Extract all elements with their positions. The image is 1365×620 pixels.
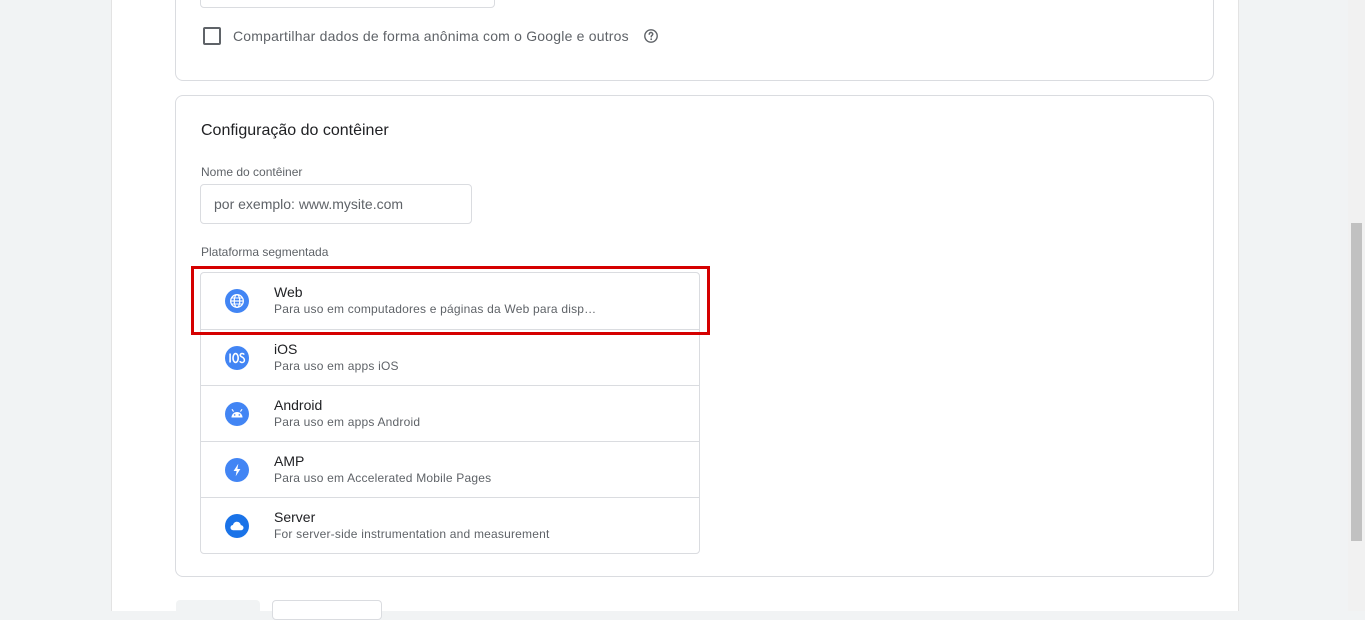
platform-option-ios[interactable]: iOS Para uso em apps iOS <box>201 329 699 385</box>
scrollbar-thumb[interactable] <box>1351 223 1362 541</box>
platform-description: Para uso em Accelerated Mobile Pages <box>274 471 492 485</box>
target-platform-label: Plataforma segmentada <box>201 245 329 259</box>
share-data-checkbox[interactable] <box>203 27 221 45</box>
android-icon <box>225 402 249 426</box>
platform-name: Web <box>274 284 303 300</box>
container-name-label: Nome do contêiner <box>201 165 303 179</box>
cloud-icon <box>225 514 249 538</box>
share-data-label[interactable]: Compartilhar dados de forma anônima com … <box>233 27 629 45</box>
platform-list: Web Para uso em computadores e páginas d… <box>200 272 700 554</box>
platform-option-android[interactable]: Android Para uso em apps Android <box>201 385 699 441</box>
platform-description: Para uso em computadores e páginas da We… <box>274 302 597 316</box>
container-name-input[interactable] <box>200 184 472 224</box>
account-input-partial[interactable] <box>200 0 495 8</box>
platform-description: For server-side instrumentation and meas… <box>274 527 550 541</box>
platform-name: Server <box>274 509 316 525</box>
platform-description: Para uso em apps Android <box>274 415 421 429</box>
platform-name: AMP <box>274 453 305 469</box>
platform-option-server[interactable]: Server For server-side instrumentation a… <box>201 497 699 553</box>
bolt-icon <box>225 458 249 482</box>
platform-name: iOS <box>274 341 298 357</box>
ios-icon <box>225 346 249 370</box>
platform-option-amp[interactable]: AMP Para uso em Accelerated Mobile Pages <box>201 441 699 497</box>
globe-icon <box>225 289 249 313</box>
help-icon[interactable] <box>643 28 659 44</box>
platform-description: Para uso em apps iOS <box>274 359 399 373</box>
platform-name: Android <box>274 397 323 413</box>
cancel-button-partial[interactable] <box>272 600 382 620</box>
platform-option-web[interactable]: Web Para uso em computadores e páginas d… <box>201 273 699 329</box>
create-button-partial[interactable] <box>176 600 260 620</box>
container-section-title: Configuração do contêiner <box>201 122 389 139</box>
